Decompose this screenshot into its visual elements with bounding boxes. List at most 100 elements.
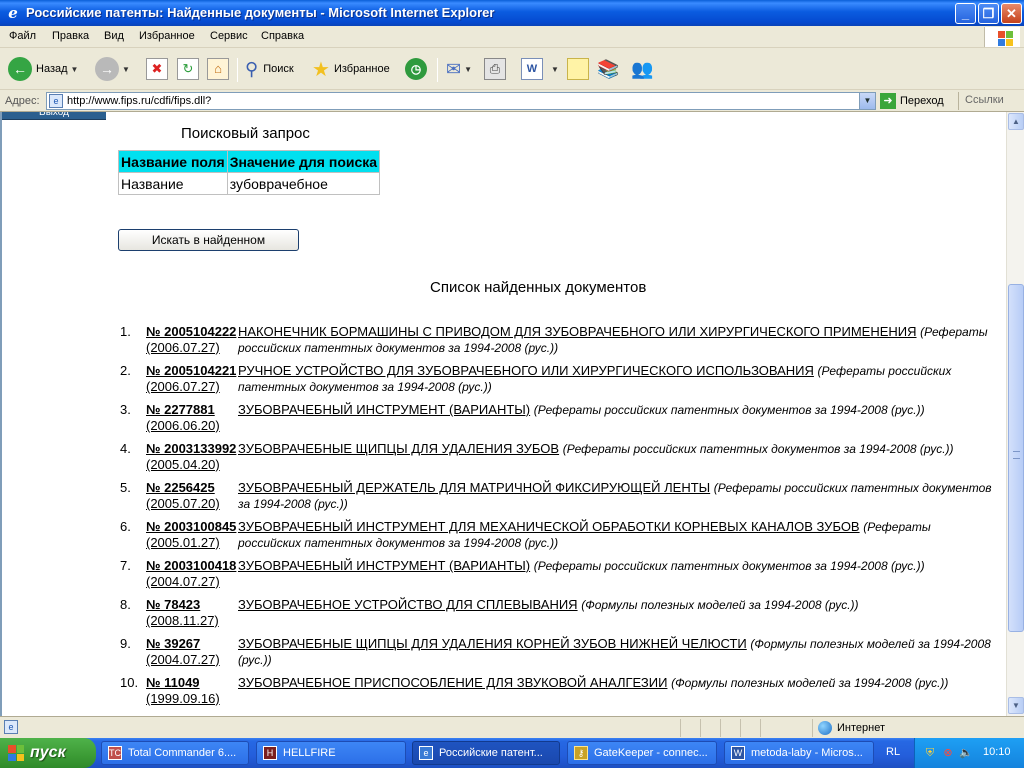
go-button[interactable]: ➜ Переход bbox=[880, 93, 944, 109]
patent-date-link[interactable]: (1999.09.16) bbox=[146, 691, 238, 707]
stop-icon: ✖ bbox=[146, 58, 168, 80]
clock: 10:10 bbox=[983, 746, 1011, 758]
patent-number-link[interactable]: № 2003100845 bbox=[146, 519, 238, 535]
edit-dropdown-icon[interactable]: ▼ bbox=[551, 65, 559, 74]
list-item: 7. № 2003100418 (2004.07.27) ЗУБОВРАЧЕБНЫ… bbox=[116, 558, 994, 597]
url-input[interactable] bbox=[67, 94, 857, 108]
history-button[interactable]: ◷ bbox=[405, 55, 427, 83]
patent-title-link[interactable]: ЗУБОВРАЧЕБНЫЕ ЩИПЦЫ ДЛЯ УДАЛЕНИЯ КОРНЕЙ … bbox=[238, 636, 747, 651]
toolbar-separator bbox=[437, 58, 438, 82]
taskbar-item-hellfire[interactable]: H HELLFIRE bbox=[256, 741, 406, 765]
patent-source: (Рефераты российских патентных документо… bbox=[562, 442, 954, 456]
patent-date-link[interactable]: (2006.06.20) bbox=[146, 418, 238, 434]
favorites-button[interactable]: ★ Избранное bbox=[312, 55, 390, 83]
patent-number-link[interactable]: № 78423 bbox=[146, 597, 238, 613]
menu-favorites[interactable]: Избранное bbox=[139, 30, 195, 42]
result-index: 10. bbox=[120, 675, 139, 690]
exit-button[interactable]: Выход bbox=[2, 112, 106, 120]
mail-dropdown-icon[interactable]: ▼ bbox=[464, 65, 472, 74]
ie-icon: e bbox=[419, 746, 433, 760]
taskbar-item-word[interactable]: W metoda-laby - Micros... bbox=[724, 741, 874, 765]
patent-title-link[interactable]: ЗУБОВРАЧЕБНЫЙ ДЕРЖАТЕЛЬ ДЛЯ МАТРИЧНОЙ ФИ… bbox=[238, 480, 710, 495]
print-button[interactable]: ⎙ bbox=[484, 55, 506, 83]
mail-button[interactable]: ✉ ▼ bbox=[446, 55, 472, 83]
window-title-bar[interactable]: e Российские патенты: Найденные документ… bbox=[0, 0, 1024, 26]
scroll-thumb[interactable] bbox=[1008, 284, 1024, 632]
shield-icon[interactable]: ⛨ bbox=[923, 746, 937, 760]
patent-date-link[interactable]: (2005.01.27) bbox=[146, 535, 238, 551]
patent-title-link[interactable]: ЗУБОВРАЧЕБНЫЙ ИНСТРУМЕНТ (ВАРИАНТЫ) bbox=[238, 558, 530, 573]
menu-view[interactable]: Вид bbox=[104, 30, 124, 42]
patent-date-link[interactable]: (2005.04.20) bbox=[146, 457, 238, 473]
patent-date-link[interactable]: (2005.07.20) bbox=[146, 496, 238, 512]
patent-title-link[interactable]: НАКОНЕЧНИК БОРМАШИНЫ С ПРИВОДОМ ДЛЯ ЗУБО… bbox=[238, 324, 917, 339]
antivirus-icon[interactable]: ⊗ bbox=[941, 746, 955, 760]
patent-number-link[interactable]: № 2256425 bbox=[146, 480, 238, 496]
home-button[interactable]: ⌂ bbox=[207, 55, 229, 83]
patent-date-link[interactable]: (2008.11.27) bbox=[146, 613, 238, 629]
taskbar-item-ie[interactable]: e Российские патент... bbox=[412, 741, 560, 765]
patent-date-link[interactable]: (2006.07.27) bbox=[146, 340, 238, 356]
patent-title-link[interactable]: ЗУБОВРАЧЕБНОЕ УСТРОЙСТВО ДЛЯ СПЛЕВЫВАНИЯ bbox=[238, 597, 578, 612]
patent-date-link[interactable]: (2006.07.27) bbox=[146, 379, 238, 395]
menu-file[interactable]: Файл bbox=[9, 30, 36, 42]
patent-number-link[interactable]: № 2003100418 bbox=[146, 558, 238, 574]
menu-edit[interactable]: Правка bbox=[52, 30, 89, 42]
links-button[interactable]: Ссылки bbox=[958, 92, 1004, 110]
start-button[interactable]: пуск bbox=[0, 738, 96, 768]
patent-number-link[interactable]: № 39267 bbox=[146, 636, 238, 652]
menu-tools[interactable]: Сервис bbox=[210, 30, 248, 42]
back-dropdown-icon[interactable]: ▼ bbox=[71, 65, 79, 74]
result-index: 5. bbox=[120, 480, 131, 495]
research-button[interactable]: 📚 bbox=[597, 55, 619, 83]
minimize-button[interactable]: _ bbox=[955, 3, 976, 24]
page-icon: e bbox=[49, 94, 63, 108]
patent-number-link[interactable]: № 2277881 bbox=[146, 402, 238, 418]
forward-button[interactable]: → ▼ bbox=[95, 55, 130, 83]
refresh-button[interactable]: ↻ bbox=[177, 55, 199, 83]
globe-icon bbox=[818, 721, 832, 735]
close-button[interactable]: ✕ bbox=[1001, 3, 1022, 24]
patent-date-link[interactable]: (2004.07.27) bbox=[146, 652, 238, 668]
search-label: Поиск bbox=[263, 63, 294, 75]
go-arrow-icon: ➜ bbox=[880, 93, 896, 109]
status-bar: e Интернет bbox=[0, 716, 1024, 738]
menu-bar: Файл Правка Вид Избранное Сервис Справка bbox=[0, 26, 1024, 48]
edit-button[interactable]: W ▼ bbox=[521, 55, 559, 83]
taskbar-item-total-commander[interactable]: TC Total Commander 6.... bbox=[101, 741, 249, 765]
messenger-button[interactable]: 👥 bbox=[631, 55, 653, 83]
menu-help[interactable]: Справка bbox=[261, 30, 304, 42]
stop-button[interactable]: ✖ bbox=[146, 55, 168, 83]
patent-date-link[interactable]: (2004.07.27) bbox=[146, 574, 238, 590]
result-index: 9. bbox=[120, 636, 131, 651]
patent-title-link[interactable]: ЗУБОВРАЧЕБНОЕ ПРИСПОСОБЛЕНИЕ ДЛЯ ЗВУКОВО… bbox=[238, 675, 667, 690]
search-in-found-button[interactable]: Искать в найденном bbox=[118, 229, 299, 251]
list-item: 3. № 2277881 (2006.06.20) ЗУБОВРАЧЕБНЫЙ И… bbox=[116, 402, 994, 441]
back-button[interactable]: ← Назад ▼ bbox=[8, 55, 78, 83]
patent-number-link[interactable]: № 2005104222 bbox=[146, 324, 238, 340]
system-tray: ⛨ ⊗ 🔈 10:10 bbox=[914, 738, 1024, 768]
speaker-icon[interactable]: 🔈 bbox=[959, 746, 973, 760]
total-commander-icon: TC bbox=[108, 746, 122, 760]
forward-dropdown-icon[interactable]: ▼ bbox=[122, 65, 130, 74]
patent-number-link[interactable]: № 11049 bbox=[146, 675, 238, 691]
vertical-scrollbar[interactable]: ▲ ▼ bbox=[1006, 112, 1024, 716]
patent-number-link[interactable]: № 2005104221 bbox=[146, 363, 238, 379]
patent-number-link[interactable]: № 2003133992 bbox=[146, 441, 238, 457]
scroll-up-button[interactable]: ▲ bbox=[1008, 113, 1024, 130]
search-button[interactable]: ⚲ Поиск bbox=[245, 55, 294, 83]
patent-title-link[interactable]: ЗУБОВРАЧЕБНЫЙ ИНСТРУМЕНТ (ВАРИАНТЫ) bbox=[238, 402, 530, 417]
language-indicator[interactable]: RL bbox=[886, 746, 900, 758]
patent-source: (Формулы полезных моделей за 1994-2008 (… bbox=[671, 676, 949, 690]
taskbar-item-gatekeeper[interactable]: ⚷ GateKeeper - connec... bbox=[567, 741, 717, 765]
maximize-button[interactable]: ❐ bbox=[978, 3, 999, 24]
patent-title-link[interactable]: ЗУБОВРАЧЕБНЫЙ ИНСТРУМЕНТ ДЛЯ МЕХАНИЧЕСКО… bbox=[238, 519, 860, 534]
patent-title-link[interactable]: РУЧНОЕ УСТРОЙСТВО ДЛЯ ЗУБОВРАЧЕБНОГО ИЛИ… bbox=[238, 363, 814, 378]
discuss-button[interactable] bbox=[567, 55, 589, 83]
address-field[interactable]: e ▼ bbox=[46, 92, 876, 110]
address-dropdown-icon[interactable]: ▼ bbox=[859, 93, 875, 109]
zone-label: Интернет bbox=[837, 722, 885, 734]
result-index: 4. bbox=[120, 441, 131, 456]
patent-title-link[interactable]: ЗУБОВРАЧЕБНЫЕ ЩИПЦЫ ДЛЯ УДАЛЕНИЯ ЗУБОВ bbox=[238, 441, 559, 456]
scroll-down-button[interactable]: ▼ bbox=[1008, 697, 1024, 714]
